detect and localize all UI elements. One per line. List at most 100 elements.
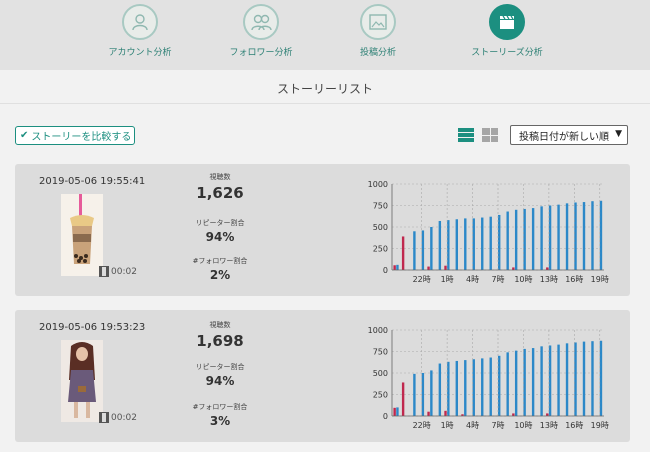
chart-bar [438, 220, 442, 270]
views-chart: 0 250 500 750 1000 22時 1時 4時 7時 10時 13時 16時 19時 [368, 326, 609, 430]
chart-bar [498, 355, 501, 416]
chart-bar [396, 407, 399, 416]
x-tick-label: 22時 [413, 421, 431, 430]
x-tick-label: 4時 [466, 275, 479, 284]
views-value: 1,698 [196, 332, 244, 350]
y-tick-label: 750 [373, 348, 388, 357]
repeat-value: 94% [205, 230, 235, 244]
x-tick-label: 7時 [491, 275, 504, 284]
x-tick-label: 19時 [591, 421, 609, 430]
nav-label: 投稿分析 [359, 48, 396, 58]
sort-order-value: 投稿日付が新しい順 [519, 131, 609, 143]
nav-account-analysis[interactable]: アカウント分析 [70, 4, 210, 58]
chart-bar [413, 373, 416, 416]
chart-bar [430, 370, 433, 416]
chart-bar [540, 206, 543, 270]
chart-bar [574, 202, 577, 270]
nonfollower-value: 3% [209, 414, 231, 428]
checkmark-icon: ✔ [20, 130, 29, 141]
chart-bar [401, 382, 405, 416]
chart-bar [582, 202, 586, 270]
list-view-icon[interactable] [458, 128, 474, 142]
x-tick-label: 13時 [540, 421, 558, 430]
chart-bar [548, 205, 552, 270]
nav-stories-analysis[interactable]: ストーリーズ分析 [437, 4, 577, 58]
chart-bar [481, 217, 484, 270]
chart-bar [565, 203, 569, 270]
views-chart: 0 250 500 750 1000 22時 1時 4時 7時 10時 13時 16時 19時 [368, 180, 609, 284]
repeat-label: リピーター割合 [195, 219, 245, 227]
x-tick-label: 1時 [441, 421, 454, 430]
x-tick-label: 22時 [413, 275, 431, 284]
x-tick-label: 10時 [514, 421, 532, 430]
chart-bar [444, 410, 447, 416]
top-navigation: アカウント分析 フォロワー分析 投稿分析 ストーリーズ分析 [0, 0, 650, 70]
bubble-tea-photo [61, 194, 103, 276]
clapperboard-icon [489, 4, 525, 40]
chart-bar [444, 265, 447, 270]
y-tick-label: 500 [373, 223, 388, 232]
chart-bar [464, 360, 467, 416]
chart-bar [599, 340, 603, 416]
x-tick-label: 16時 [565, 275, 583, 284]
story-card[interactable]: 2019-05-06 19:53:23 00:02 視聴数 1,698 リピータ… [15, 310, 630, 442]
nav-post-analysis[interactable]: 投稿分析 [308, 4, 448, 58]
y-tick-label: 0 [383, 266, 388, 275]
chart-bar [427, 411, 430, 416]
page-title: ストーリーリスト [276, 82, 373, 96]
views-label: 視聴数 [209, 173, 231, 181]
story-date: 2019-05-06 19:53:23 [39, 322, 146, 333]
x-tick-label: 7時 [491, 421, 504, 430]
grid-view-icon[interactable] [482, 128, 498, 142]
chart-bar [557, 204, 560, 270]
story-thumbnail[interactable] [61, 340, 103, 422]
chart-bar [427, 266, 430, 270]
y-tick-label: 1000 [368, 326, 388, 335]
chart-bar [438, 363, 442, 416]
chart-bar [393, 407, 396, 416]
chart-bar [582, 341, 586, 416]
y-tick-label: 0 [383, 412, 388, 421]
sort-order-select[interactable]: 投稿日付が新しい順 ▼ [510, 125, 628, 145]
views-stat: 視聴数 1,626 [175, 172, 265, 202]
compare-button-label: ストーリーを比較する [31, 132, 132, 143]
chart-bar [540, 346, 543, 416]
chart-bar [523, 208, 526, 270]
film-icon [99, 266, 109, 277]
chart-bar [421, 230, 425, 270]
compare-stories-button[interactable]: ✔ ストーリーを比較する [15, 126, 135, 145]
y-tick-label: 250 [373, 391, 388, 400]
story-date: 2019-05-06 19:55:41 [39, 176, 146, 187]
chart-bar [506, 211, 509, 270]
woman-photo [61, 340, 103, 422]
story-card[interactable]: 2019-05-06 19:55:41 00:02 視聴数 1,626 リピータ… [15, 164, 630, 296]
views-stat: 視聴数 1,698 [175, 320, 265, 350]
repeat-label: リピーター割合 [195, 363, 245, 371]
dropdown-arrow-icon: ▼ [615, 129, 622, 139]
nav-label: ストーリーズ分析 [471, 48, 543, 58]
chart-bar [430, 227, 433, 270]
story-thumbnail[interactable] [61, 194, 103, 276]
chart-bar [464, 218, 467, 270]
nav-label: アカウント分析 [108, 48, 172, 58]
chart-bar [472, 359, 475, 416]
chart-bar [455, 219, 458, 270]
views-label: 視聴数 [209, 321, 231, 329]
duration-value: 00:02 [111, 266, 137, 277]
repeat-stat: リピーター割合 94% [175, 362, 265, 388]
y-tick-label: 750 [373, 202, 388, 211]
x-tick-label: 4時 [466, 421, 479, 430]
chart-bar [548, 345, 552, 416]
user-icon [122, 4, 158, 40]
chart-bar [599, 200, 603, 270]
nonfollower-value: 2% [209, 268, 231, 282]
y-tick-label: 1000 [368, 180, 388, 189]
chart-bar [574, 342, 577, 416]
y-tick-label: 500 [373, 369, 388, 378]
chart-bar [413, 231, 416, 270]
users-icon [243, 4, 279, 40]
chart-bar [557, 344, 560, 416]
chart-bar [591, 341, 594, 416]
story-duration: 00:02 [99, 412, 137, 423]
chart-bar [489, 216, 492, 270]
